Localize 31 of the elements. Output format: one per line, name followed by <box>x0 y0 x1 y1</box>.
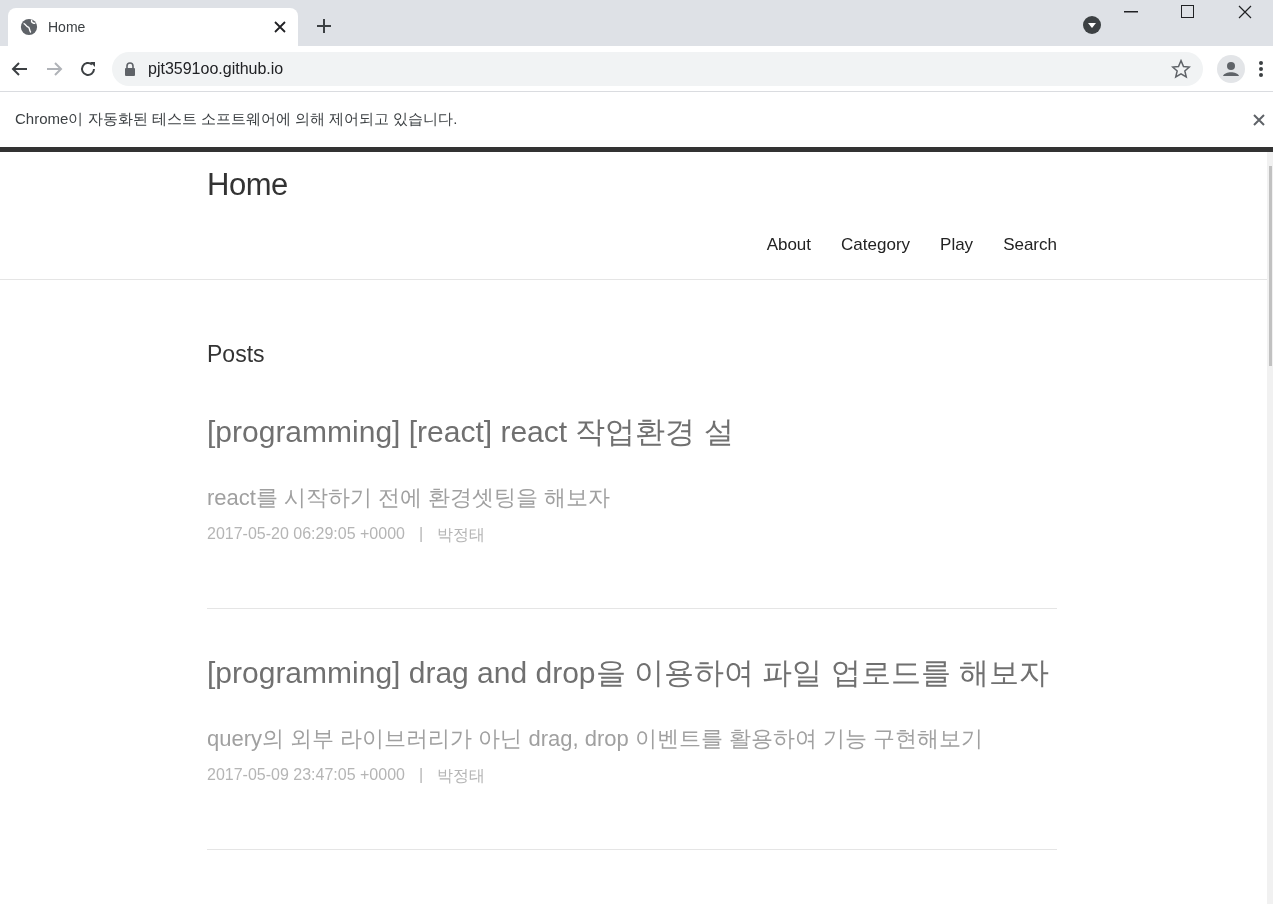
scrollbar-thumb[interactable] <box>1268 166 1272 366</box>
post-author: 박정태 <box>437 525 486 545</box>
nav-link[interactable]: Play <box>940 235 974 255</box>
automation-notice: Chrome이 자동화된 테스트 소프트웨어에 의해 제어되고 있습니다. <box>15 110 458 129</box>
address-bar[interactable]: pjt3591oo.github.io <box>112 51 1203 86</box>
nav-link[interactable]: About <box>766 235 812 255</box>
post-title[interactable]: [programming] [react] react 작업환경 설 <box>207 412 1057 453</box>
globe-icon <box>20 18 38 36</box>
url-text: pjt3591oo.github.io <box>148 59 285 78</box>
post-subtitle: react를 시작하기 전에 환경셋팅을 해보자 <box>207 484 612 512</box>
post-author: 박정태 <box>437 766 486 786</box>
nav-link[interactable]: Search <box>1003 235 1057 255</box>
post-title[interactable]: [programming] drag and drop을 이용하여 파일 업로드를 해보자 <box>207 653 1057 694</box>
posts-heading: Posts <box>207 341 266 368</box>
lock-icon <box>124 61 136 76</box>
menu-icon[interactable] <box>1259 60 1263 77</box>
post-subtitle: query의 외부 라이브러리가 아닌 drag, drop 이벤트를 활용하여 기능 구현해보기 <box>207 725 985 753</box>
post-date: 2017-05-09 23:47:05 +0000 <box>207 766 405 785</box>
meta-separator: | <box>418 766 424 785</box>
post-date: 2017-05-20 06:29:05 +0000 <box>207 525 405 544</box>
new-tab-icon[interactable] <box>316 18 332 34</box>
close-icon[interactable] <box>1253 113 1265 126</box>
nav-link[interactable]: Category <box>841 235 911 255</box>
meta-separator: | <box>418 525 424 544</box>
tab-title: Home <box>48 19 87 35</box>
profile-icon[interactable] <box>1217 54 1245 83</box>
site-title[interactable]: Home <box>207 152 1057 203</box>
star-icon <box>1171 58 1191 79</box>
dropdown-icon[interactable] <box>1083 16 1101 34</box>
browser-tab[interactable]: Home <box>8 8 298 46</box>
close-tab-icon[interactable] <box>274 21 286 33</box>
